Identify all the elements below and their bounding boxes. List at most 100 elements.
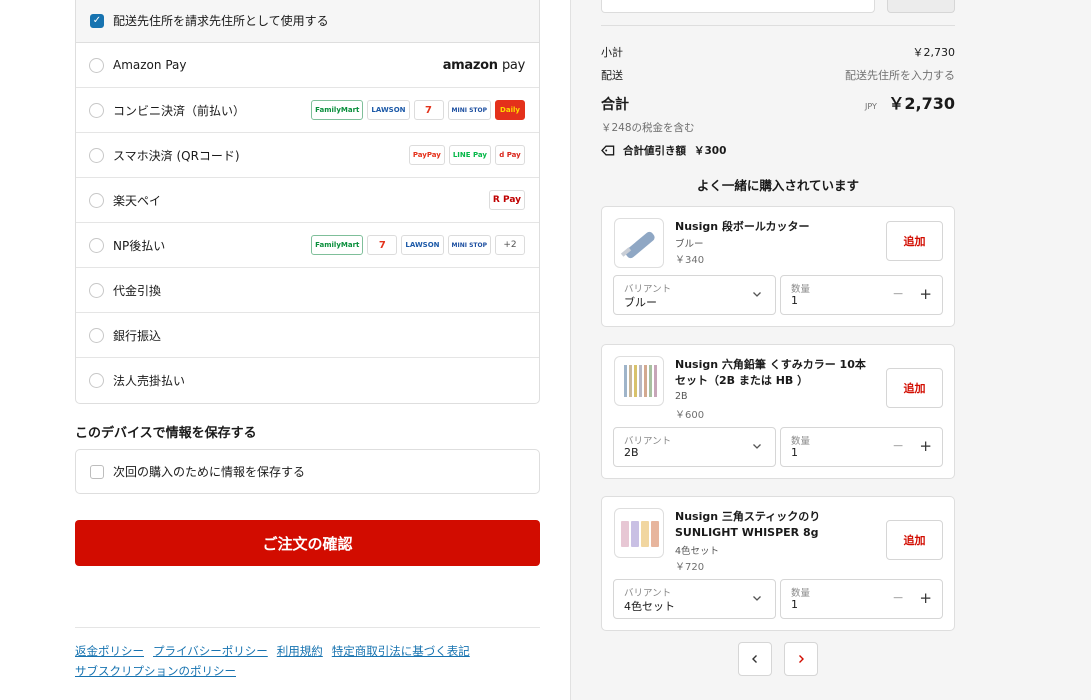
variant-field-label: バリアント	[624, 284, 672, 295]
paypay-logo: PayPay	[408, 145, 445, 165]
quantity-stepper[interactable]: 数量 1 − +	[780, 275, 943, 315]
payment-option-qr[interactable]: スマホ決済 (QRコード) PayPay LINE Pay d Pay	[76, 133, 539, 178]
tax-note: ￥248の税金を含む	[601, 122, 695, 134]
quantity-value: 1	[791, 598, 798, 611]
variant-field-value: 4色セット	[624, 600, 675, 613]
variant-select[interactable]: バリアント 4色セット	[613, 579, 776, 619]
amazon-logo-pay: pay	[501, 57, 525, 73]
quantity-value: 1	[791, 294, 798, 307]
amazon-pay-logo: amazon pay	[443, 57, 526, 73]
payment-option-bank[interactable]: 銀行振込	[76, 313, 539, 358]
payment-methods-box: ✓ 配送先住所を請求先住所として使用する Amazon Pay amazon p…	[75, 0, 540, 404]
add-product-button[interactable]: 追加	[886, 520, 943, 560]
billing-same-checkbox[interactable]: ✓	[90, 13, 104, 28]
product-thumbnail	[614, 356, 664, 406]
familymart-logo: FamilyMart	[311, 100, 364, 120]
footer-links: 返金ポリシー プライバシーポリシー 利用規約 特定商取引法に基づく表記 サブスクリプシ…	[75, 641, 545, 681]
payment-radio[interactable]	[89, 327, 104, 343]
discount-label: 合計値引き額	[623, 145, 686, 157]
payment-radio[interactable]	[89, 237, 104, 253]
variant-field-value: 2B	[624, 446, 639, 459]
privacy-policy-link[interactable]: プライバシーポリシー	[153, 644, 268, 658]
confirm-order-button[interactable]: ご注文の確認	[75, 520, 540, 566]
payment-label: 代金引換	[113, 283, 162, 298]
total-row: 合計 JPY ￥2,730	[601, 90, 955, 114]
quantity-stepper[interactable]: 数量 1 − +	[780, 579, 943, 619]
more-logos-badge: +2	[495, 235, 525, 255]
product-card: Nusign 段ボールカッター ブルー ￥340 追加 バリアント ブルー 数量…	[601, 206, 955, 327]
payment-option-amazon-pay[interactable]: Amazon Pay amazon pay	[76, 43, 539, 88]
plus-icon[interactable]: +	[919, 285, 932, 303]
lawson-logo: LAWSON	[401, 235, 444, 255]
save-info-title: このデバイスで情報を保存する	[75, 426, 257, 441]
shipping-row: 配送 配送先住所を入力する	[601, 67, 955, 83]
payment-radio[interactable]	[89, 192, 104, 208]
product-price: ￥720	[675, 562, 705, 573]
checkout-page: ✓ 配送先住所を請求先住所として使用する Amazon Pay amazon p…	[0, 0, 1091, 700]
add-product-button[interactable]: 追加	[886, 368, 943, 408]
payment-option-rakuten-pay[interactable]: 楽天ペイ R Pay	[76, 178, 539, 223]
discount-code-input[interactable]	[601, 0, 875, 13]
payment-radio[interactable]	[89, 57, 104, 73]
subscription-policy-link[interactable]: サブスクリプションのポリシー	[75, 664, 236, 678]
product-card: Nusign 三角スティックのり SUNLIGHT WHISPER 8g 4色セ…	[601, 496, 955, 631]
variant-select[interactable]: バリアント 2B	[613, 427, 776, 467]
total-value: ￥2,730	[888, 94, 955, 113]
footer-divider	[75, 627, 540, 628]
chevron-down-icon	[753, 292, 761, 297]
payment-option-np[interactable]: NP後払い FamilyMart 7 LAWSON MINI STOP +2	[76, 223, 539, 268]
daily-logo: Daily	[495, 100, 525, 120]
product-thumbnail	[614, 218, 664, 268]
checkout-main: ✓ 配送先住所を請求先住所として使用する Amazon Pay amazon p…	[0, 0, 570, 700]
plus-icon[interactable]: +	[919, 437, 932, 455]
quantity-value: 1	[791, 446, 798, 459]
save-info-row[interactable]: 次回の購入のために情報を保存する	[75, 449, 540, 494]
dpay-logo: d Pay	[495, 145, 525, 165]
payment-label: スマホ決済 (QRコード)	[113, 148, 240, 163]
save-info-checkbox[interactable]	[90, 464, 104, 479]
subtotal-row: 小計 ￥2,730	[601, 44, 955, 60]
shipping-label: 配送	[601, 69, 623, 82]
chevron-down-icon	[753, 596, 761, 601]
product-variant: ブルー	[675, 239, 704, 250]
product-name: Nusign 段ボールカッター	[675, 220, 810, 233]
terms-link[interactable]: 利用規約	[277, 644, 323, 658]
payment-label: 銀行振込	[113, 328, 162, 343]
payment-radio[interactable]	[89, 102, 104, 118]
variant-field-value: ブルー	[624, 296, 657, 309]
minus-icon[interactable]: −	[892, 286, 904, 302]
product-thumbnail	[614, 508, 664, 558]
quantity-label: 数量	[791, 588, 811, 599]
minus-icon[interactable]: −	[892, 590, 904, 606]
chevron-left-icon	[752, 655, 757, 663]
product-price: ￥340	[675, 255, 705, 266]
currency-code: JPY	[864, 101, 877, 111]
plus-icon[interactable]: +	[919, 589, 932, 607]
commerce-law-link[interactable]: 特定商取引法に基づく表記	[332, 644, 470, 658]
carousel-prev-button[interactable]	[738, 642, 772, 676]
chevron-right-icon	[799, 655, 804, 663]
carousel-next-button[interactable]	[784, 642, 818, 676]
payment-label: NP後払い	[113, 238, 166, 253]
payment-option-cod[interactable]: 代金引換	[76, 268, 539, 313]
minus-icon[interactable]: −	[892, 438, 904, 454]
payment-option-corporate[interactable]: 法人売掛払い	[76, 358, 539, 403]
ministop-logo: MINI STOP	[447, 100, 491, 120]
discount-row: 合計値引き額 ￥300	[601, 143, 726, 158]
recommend-title: よく一緒に購入されています	[696, 178, 860, 193]
payment-radio[interactable]	[89, 282, 104, 298]
quantity-label: 数量	[791, 436, 811, 447]
payment-label: 法人売掛払い	[113, 374, 186, 388]
linepay-logo: LINE Pay	[448, 145, 491, 165]
add-product-button[interactable]: 追加	[886, 221, 943, 261]
variant-select[interactable]: バリアント ブルー	[613, 275, 776, 315]
payment-radio[interactable]	[89, 147, 104, 163]
refund-policy-link[interactable]: 返金ポリシー	[75, 644, 144, 658]
discount-value: ￥300	[694, 145, 727, 157]
payment-option-konbini[interactable]: コンビニ決済（前払い） FamilyMart LAWSON 7 MINI STO…	[76, 88, 539, 133]
discount-apply-button[interactable]	[887, 0, 955, 13]
payment-radio[interactable]	[89, 373, 104, 388]
quantity-stepper[interactable]: 数量 1 − +	[780, 427, 943, 467]
payment-label: 楽天ペイ	[113, 193, 162, 208]
billing-same-row[interactable]: ✓ 配送先住所を請求先住所として使用する	[76, 0, 539, 43]
